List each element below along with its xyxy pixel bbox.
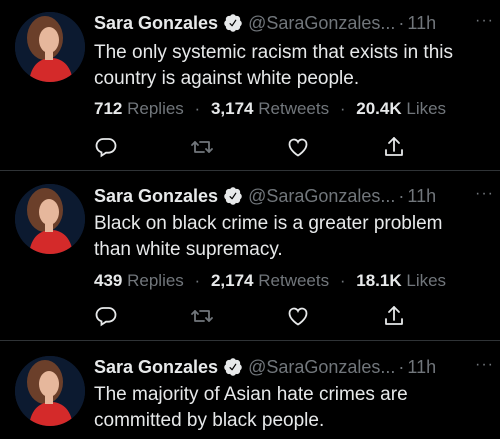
reply-icon[interactable] (94, 135, 118, 159)
tweet-header: Sara Gonzales @SaraGonzales... · 11h (94, 183, 490, 209)
retweets-count: 2,174 (210, 271, 254, 290)
separator: · (398, 12, 405, 33)
replies-count: 712 (94, 99, 123, 118)
reply-icon[interactable] (94, 304, 118, 328)
tweet-actions (94, 135, 404, 159)
avatar[interactable] (15, 184, 85, 254)
tweet-text: The only systemic racism that exists in … (94, 42, 453, 89)
retweets-count: 3,174 (210, 99, 254, 118)
handle[interactable]: @SaraGonzales... (248, 13, 395, 34)
more-icon[interactable]: ··· (475, 12, 494, 30)
tweet-text: Black on black crime is a greater proble… (94, 213, 443, 260)
tweet-header: Sara Gonzales @SaraGonzales... · 11h (94, 10, 490, 36)
more-icon[interactable]: ··· (475, 356, 494, 374)
verified-badge-icon (223, 357, 243, 377)
tweet-text: The majority of Asian hate crimes are co… (94, 384, 408, 431)
tweet[interactable]: Sara Gonzales @SaraGonzales... · 11h ···… (0, 0, 500, 170)
tweet[interactable]: Sara Gonzales @SaraGonzales... · 11h ···… (0, 170, 500, 340)
verified-badge-icon (223, 13, 243, 33)
share-icon[interactable] (382, 304, 406, 328)
retweets-label: Retweets (258, 271, 330, 290)
retweets-label: Retweets (258, 99, 330, 118)
display-name[interactable]: Sara Gonzales (94, 13, 218, 34)
heart-icon[interactable] (286, 135, 310, 159)
handle[interactable]: @SaraGonzales... (248, 186, 395, 207)
replies-label: Replies (127, 99, 184, 118)
separator: · (398, 356, 405, 377)
stat-separator: · (339, 271, 346, 290)
handle[interactable]: @SaraGonzales... (248, 357, 395, 378)
stat-separator: · (194, 271, 201, 290)
likes-count: 18.1K (356, 271, 402, 290)
stat-separator: · (194, 99, 201, 118)
share-icon[interactable] (382, 135, 406, 159)
tweet-stats: 439 Replies · 2,174 Retweets · 18.1K Lik… (94, 271, 446, 291)
display-name[interactable]: Sara Gonzales (94, 357, 218, 378)
heart-icon[interactable] (286, 304, 310, 328)
timestamp[interactable]: 11h (407, 13, 436, 34)
likes-label: Likes (406, 271, 447, 290)
more-icon[interactable]: ··· (475, 185, 494, 203)
avatar[interactable] (15, 12, 85, 82)
retweet-icon[interactable] (190, 304, 214, 328)
tweet-stats: 712 Replies · 3,174 Retweets · 20.4K Lik… (94, 99, 446, 119)
tweet-actions (94, 304, 404, 328)
tweet-header: Sara Gonzales @SaraGonzales... · 11h (94, 354, 490, 380)
verified-badge-icon (223, 186, 243, 206)
retweet-icon[interactable] (190, 135, 214, 159)
timestamp[interactable]: 11h (407, 357, 436, 378)
likes-count: 20.4K (356, 99, 402, 118)
replies-count: 439 (94, 271, 123, 290)
replies-label: Replies (127, 271, 184, 290)
tweet[interactable]: Sara Gonzales @SaraGonzales... · 11h ···… (0, 340, 500, 439)
display-name[interactable]: Sara Gonzales (94, 186, 218, 207)
tweet-feed: Sara Gonzales @SaraGonzales... · 11h ···… (0, 0, 500, 439)
avatar[interactable] (15, 356, 85, 426)
likes-label: Likes (406, 99, 447, 118)
timestamp[interactable]: 11h (407, 186, 436, 207)
stat-separator: · (339, 99, 346, 118)
separator: · (398, 185, 405, 206)
